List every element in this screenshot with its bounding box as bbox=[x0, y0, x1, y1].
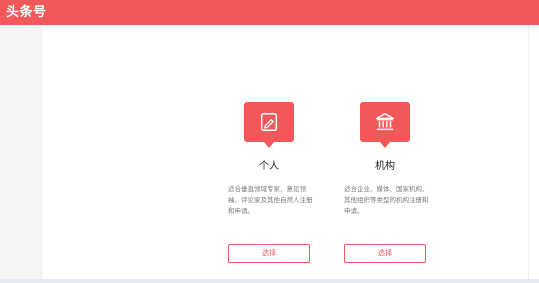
right-edge bbox=[528, 25, 539, 279]
organization-badge bbox=[360, 102, 410, 148]
institution-icon bbox=[376, 113, 394, 131]
card-description-personal: 适合垂直领域专家、意见领袖、评论家及其他自然人注册和申请。 bbox=[228, 185, 313, 215]
select-organization-button[interactable]: 选择 bbox=[344, 244, 426, 263]
pencil-icon bbox=[260, 113, 278, 131]
page: 头条号 个人 适合垂直领域专家、意见领袖、评论家及其他自然人注册和申请。 选择 bbox=[0, 0, 539, 283]
card-title-organization: 机构 bbox=[375, 161, 395, 172]
select-personal-button[interactable]: 选择 bbox=[228, 244, 310, 263]
personal-badge bbox=[244, 102, 294, 148]
bottom-border bbox=[0, 279, 539, 283]
left-sidebar bbox=[0, 25, 42, 279]
logo[interactable]: 头条号 bbox=[6, 4, 47, 21]
card-description-organization: 适合企业、媒体、国家机构、其他组织等类型的机构注册和申请。 bbox=[344, 185, 429, 215]
card-title-personal: 个人 bbox=[259, 161, 279, 172]
top-bar: 头条号 bbox=[0, 0, 539, 25]
